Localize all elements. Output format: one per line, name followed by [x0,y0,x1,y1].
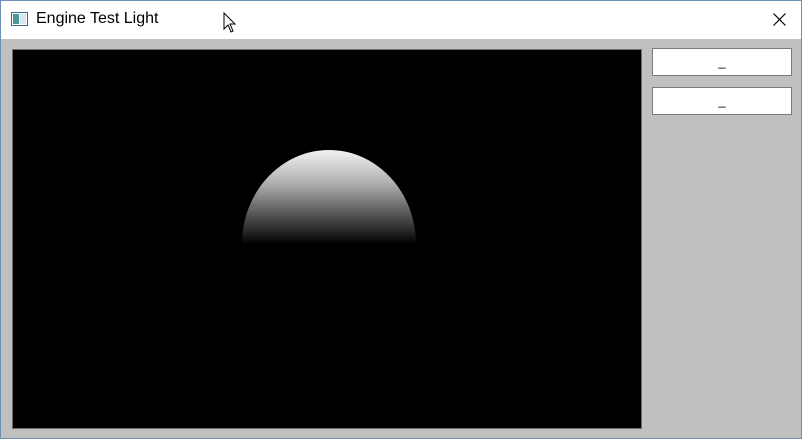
side-button-1[interactable]: _ [652,48,792,76]
close-button[interactable] [756,1,802,39]
app-window: Engine Test Light _ _ [0,0,802,439]
client-area: _ _ [1,39,801,438]
shaded-sphere [242,150,416,244]
application-window-icon [11,12,28,26]
render-viewport[interactable] [12,49,642,429]
close-icon [773,13,786,26]
mouse-pointer-icon [223,11,237,34]
window-title: Engine Test Light [36,10,159,27]
side-button-2[interactable]: _ [652,87,792,115]
title-bar[interactable]: Engine Test Light [1,1,801,39]
